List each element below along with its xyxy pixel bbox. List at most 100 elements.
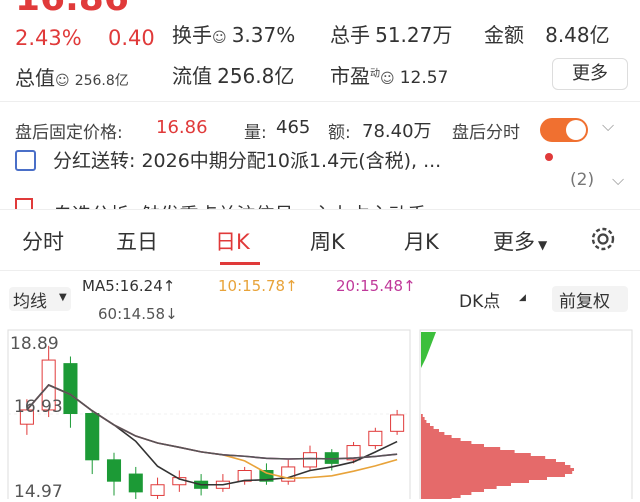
profile-bar — [421, 414, 423, 417]
profile-bar — [421, 450, 515, 453]
news-item[interactable]: 分红送转: 2026中期分配10派1.4元(含税), ... — [15, 150, 640, 178]
divider — [0, 101, 640, 102]
ma60-value: 60:14.58↓ — [98, 305, 178, 323]
candle-body — [128, 473, 143, 493]
more-quote-button[interactable]: 更多 — [552, 58, 628, 90]
profile-bar — [421, 468, 574, 471]
profile-bar — [421, 486, 497, 489]
ma5-value: MA5:16.24↑ — [82, 277, 176, 295]
chevron-down-icon[interactable]: ⌵ — [602, 116, 614, 136]
profile-bar — [421, 444, 484, 447]
dk-point-button[interactable]: DK点 ◢ — [455, 287, 529, 312]
profile-bar — [421, 438, 461, 441]
profile-bar — [421, 456, 546, 459]
profile-bar — [421, 483, 511, 486]
y-tick-top: 18.89 — [10, 334, 59, 354]
float-cap-value: 256.8亿 — [217, 64, 295, 88]
ma-type-select[interactable]: 均线 ▼ — [9, 287, 71, 312]
total-cap-value: 256.8亿 — [74, 73, 129, 89]
profile-bar — [421, 447, 501, 450]
y-tick-mid: 16.93 — [14, 397, 63, 417]
candle-body — [63, 363, 78, 414]
volume-stat: 总手 51.27万 — [330, 19, 452, 48]
tab-underline — [220, 262, 260, 265]
profile-bar — [421, 441, 472, 444]
profile-top — [421, 332, 436, 368]
total-cap-stat: 总值☺ 256.8亿 — [15, 62, 129, 91]
candle-body — [302, 452, 318, 468]
pe-sup: 动 — [370, 68, 380, 80]
profile-bar — [421, 423, 430, 426]
after-hours-amt: 78.40万 — [362, 121, 432, 142]
profile-bar — [421, 429, 439, 432]
turnover-value: 3.37% — [231, 23, 296, 47]
profile-bar — [421, 435, 452, 438]
gear-icon[interactable] — [588, 224, 618, 254]
tab-five-day[interactable]: 五日 — [116, 226, 158, 256]
after-hours-toggle-label: 盘后分时 — [452, 123, 520, 143]
ma-line-ma20 — [26, 384, 398, 460]
after-hours-price-label: 盘后固定价格: — [15, 123, 123, 143]
turnover-stat: 换手☺ 3.37% — [172, 19, 295, 48]
tab-more[interactable]: 更多 ▼ — [493, 226, 547, 256]
dk-point-label: DK点 — [459, 292, 501, 312]
info-icon[interactable]: ☺ — [212, 30, 227, 46]
tab-weekly-k[interactable]: 周K — [310, 226, 345, 256]
total-cap-label: 总值 — [15, 66, 55, 90]
float-cap-label: 流值 — [172, 64, 212, 88]
kline-chart[interactable] — [0, 328, 640, 499]
amount-stat: 金额 8.48亿 — [484, 19, 610, 48]
candle-body — [368, 430, 383, 447]
profile-bar — [421, 426, 434, 429]
pe-label: 市盈 — [330, 64, 370, 88]
tab-intraday[interactable]: 分时 — [22, 226, 64, 256]
volume-label: 总手 — [330, 23, 370, 47]
ma-line-ma60 — [26, 384, 398, 460]
current-price: 16.86 — [15, 0, 129, 19]
volume-value: 51.27万 — [375, 23, 453, 47]
info-icon[interactable]: ☺ — [380, 71, 395, 87]
unread-dot — [545, 153, 553, 161]
profile-bar — [421, 477, 547, 480]
profile-bar — [421, 480, 529, 483]
ma-type-label: 均线 — [13, 292, 47, 312]
caret-down-icon: ▼ — [59, 292, 67, 303]
profile-bar — [421, 453, 531, 456]
info-icon[interactable]: ☺ — [55, 73, 70, 89]
tab-monthly-k[interactable]: 月K — [404, 226, 439, 256]
candle-body — [150, 484, 165, 496]
ma10-value: 10:15.78↑ — [218, 277, 298, 295]
profile-bar — [421, 474, 565, 477]
profile-bar — [421, 462, 565, 465]
profile-bar — [421, 489, 484, 492]
profile-bar — [421, 471, 573, 474]
toggle-knob — [566, 120, 586, 140]
change-amount: 0.40 — [108, 26, 155, 50]
candle-body — [106, 459, 122, 482]
profile-bar — [421, 492, 472, 495]
after-hours-amt-label: 额: — [328, 123, 351, 143]
after-hours-toggle[interactable] — [540, 118, 588, 142]
candle-body — [85, 413, 100, 461]
profile-bar — [421, 459, 556, 462]
news-count: (2) — [570, 170, 595, 190]
tab-daily-k[interactable]: 日K — [215, 226, 250, 256]
after-hours-price: 16.86 — [156, 117, 208, 138]
profile-bar — [421, 432, 445, 435]
divider — [0, 270, 640, 271]
float-cap-stat: 流值 256.8亿 — [172, 60, 294, 89]
profile-bar — [421, 465, 571, 468]
adjust-label: 前复权 — [559, 292, 610, 312]
after-hours-qty-label: 量: — [244, 123, 267, 143]
y-tick-bottom: 14.97 — [14, 482, 63, 502]
calendar-icon — [15, 150, 36, 171]
ma20-value: 20:15.48↑ — [336, 277, 416, 295]
chevron-down-icon[interactable]: ⌵ — [612, 170, 624, 190]
news-text: 分红送转: 2026中期分配10派1.4元(含税), ... — [53, 150, 442, 172]
caret-icon: ◢ — [519, 293, 526, 303]
candle-body — [390, 414, 405, 432]
adjust-button[interactable]: 前复权 — [552, 286, 628, 312]
pe-value: 12.57 — [399, 68, 449, 88]
profile-bar — [421, 417, 425, 420]
ma-line-ma5 — [26, 384, 398, 486]
